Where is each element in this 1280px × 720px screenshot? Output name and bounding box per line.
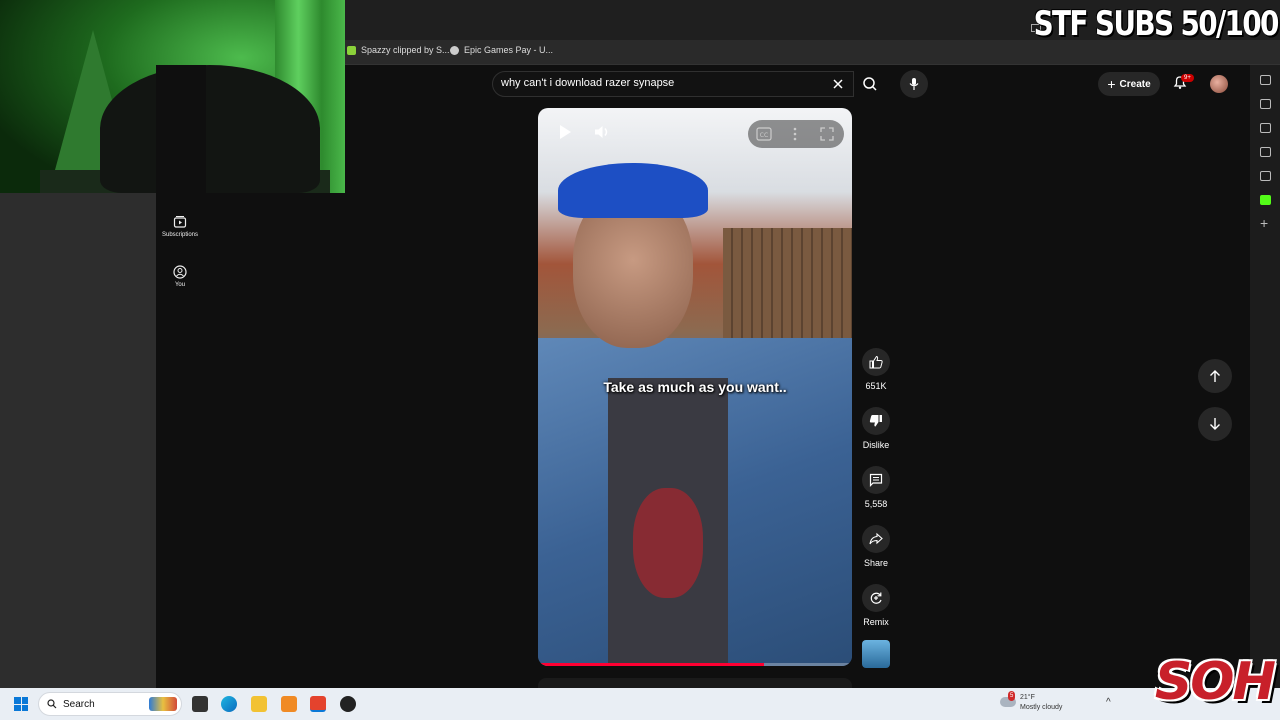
like-button[interactable]: 651K [858, 348, 894, 391]
video-scene-shirt-logo [633, 488, 703, 598]
arrow-down-icon [1210, 418, 1220, 430]
like-icon-wrap [862, 348, 890, 376]
taskbar-search-placeholder: Search [63, 698, 95, 710]
shorts-video-player[interactable]: CC Take as much as you want.. [538, 108, 852, 666]
sidebar-item-you[interactable]: You [156, 265, 204, 288]
previous-short-button[interactable] [1198, 359, 1232, 393]
extension-icon[interactable] [1260, 123, 1271, 133]
like-count: 651K [865, 381, 887, 391]
volume-icon[interactable] [594, 124, 610, 140]
share-icon-wrap [862, 525, 890, 553]
video-caption: Take as much as you want.. [603, 379, 787, 395]
extension-icon[interactable] [1260, 171, 1271, 181]
arrow-up-icon [1210, 370, 1220, 382]
subs-goal-overlay: STF SUBS 50/100 [1033, 4, 1280, 44]
dislike-label: Dislike [862, 440, 890, 450]
bookmark-favicon-icon [347, 45, 356, 55]
dislike-button[interactable]: Dislike [858, 407, 894, 450]
weather-desc: Mostly cloudy [1020, 704, 1063, 711]
svg-text:CC: CC [760, 132, 768, 139]
subscriptions-icon [173, 216, 187, 228]
voice-search-button[interactable] [900, 70, 928, 98]
clear-search-icon[interactable] [831, 77, 845, 91]
search-icon [47, 699, 57, 709]
closed-captions-icon[interactable]: CC [756, 127, 772, 141]
share-label: Share [863, 558, 889, 568]
kick-icon[interactable] [1260, 195, 1271, 205]
plus-icon: + [1107, 76, 1116, 92]
avatar[interactable] [1210, 75, 1228, 93]
windows-taskbar: Search 5 21°F Mostly cloudy ^ [0, 688, 1280, 720]
channel-avatar[interactable] [862, 640, 890, 668]
file-explorer-icon[interactable] [251, 696, 267, 712]
screen: STF SUBS 50/100 Spazzy clipped by S... E… [0, 0, 1280, 720]
edge-browser-icon[interactable] [221, 696, 237, 712]
weather-widget[interactable]: 5 21°F Mostly cloudy [1000, 691, 1063, 713]
comment-icon [869, 473, 883, 487]
soh-logo-overlay: SOH [1154, 652, 1276, 712]
weather-badge: 5 [1008, 691, 1016, 701]
globe-icon [450, 45, 459, 55]
search-button[interactable] [856, 72, 884, 96]
task-view-icon[interactable] [192, 696, 208, 712]
weather-temp: 21°F [1020, 694, 1035, 701]
microphone-icon [909, 78, 919, 90]
extension-icon[interactable] [1260, 147, 1271, 157]
obs-studio-icon[interactable] [340, 696, 356, 712]
brave-browser-icon[interactable] [310, 696, 326, 712]
youtube-mini-sidebar: Subscriptions You [156, 65, 206, 688]
player-controls-group: CC [748, 120, 844, 148]
search-highlight-icon [149, 697, 177, 711]
you-icon [173, 265, 187, 279]
comments-button[interactable]: 5,558 [858, 466, 894, 509]
extension-icon[interactable] [1260, 75, 1271, 85]
sidebar-item-label: You [174, 282, 186, 288]
remix-icon [870, 592, 882, 604]
next-short-preview[interactable] [538, 678, 852, 688]
share-icon [869, 532, 883, 545]
search-icon [863, 77, 877, 91]
thumbs-up-icon [869, 355, 883, 369]
windows-start-button[interactable] [14, 697, 28, 711]
remix-label: Remix [863, 617, 889, 627]
notification-badge: 9+ [1181, 74, 1194, 82]
app-icon[interactable] [281, 696, 297, 712]
bookmark-epic-games[interactable]: Epic Games Pay - U... [450, 45, 553, 55]
create-button[interactable]: + Create [1098, 72, 1160, 96]
create-label: Create [1119, 78, 1151, 90]
streamer-silhouette [100, 65, 320, 193]
share-button[interactable]: Share [858, 525, 894, 568]
sidebar-item-subscriptions[interactable]: Subscriptions [156, 215, 204, 238]
bookmark-spazzy[interactable]: Spazzy clipped by S... [347, 45, 450, 55]
thumbs-down-icon [869, 415, 882, 427]
remix-button[interactable]: Remix [858, 584, 894, 627]
video-scene-cap [558, 163, 708, 218]
bookmark-label: Epic Games Pay - U... [464, 45, 554, 55]
extension-icon[interactable] [1260, 99, 1271, 109]
sidebar-item-label: Subscriptions [161, 232, 199, 238]
fullscreen-icon[interactable] [820, 127, 834, 141]
remix-icon-wrap [862, 584, 890, 612]
comment-icon-wrap [862, 466, 890, 494]
tray-chevron-up-icon[interactable]: ^ [1106, 697, 1111, 708]
add-panel-icon[interactable]: + [1260, 215, 1268, 231]
bookmark-label: Spazzy clipped by S... [361, 45, 450, 55]
browser-side-rail: + [1250, 65, 1280, 688]
dislike-icon-wrap [862, 407, 890, 435]
next-short-button[interactable] [1198, 407, 1232, 441]
search-box [492, 71, 854, 97]
more-options-icon[interactable] [792, 127, 798, 141]
taskbar-search[interactable]: Search [38, 692, 182, 716]
comment-count: 5,558 [864, 499, 888, 509]
search-input[interactable] [501, 77, 821, 89]
play-icon[interactable] [558, 124, 572, 140]
progress-fill [538, 663, 765, 666]
empty-panel [0, 193, 156, 688]
